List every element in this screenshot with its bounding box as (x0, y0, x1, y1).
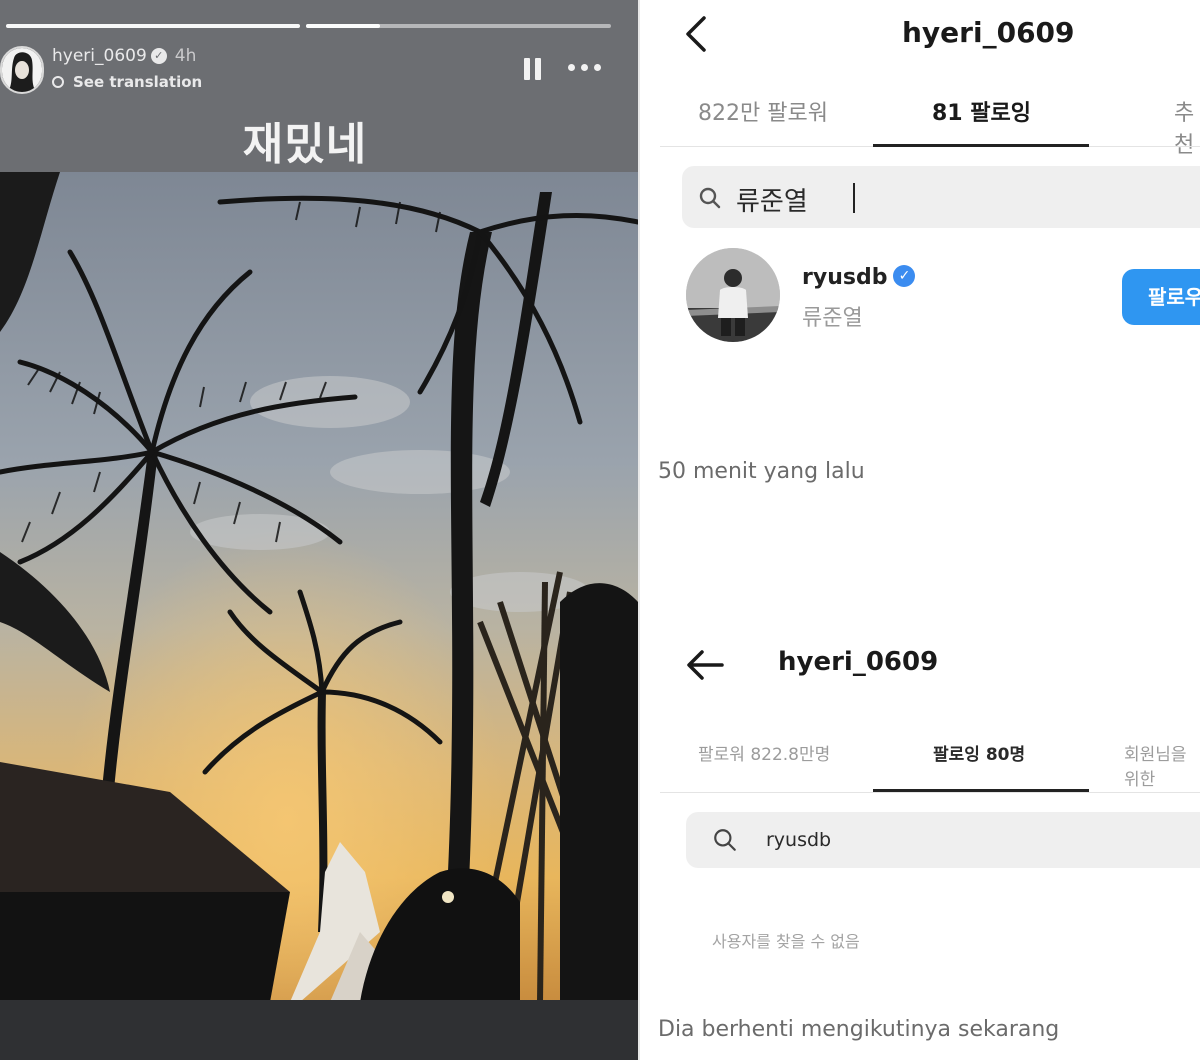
caption-time-ago: 50 menit yang lalu (658, 459, 865, 484)
avatar[interactable] (0, 46, 44, 94)
story-caption-text: 재밌네 (242, 119, 368, 170)
story-username[interactable]: hyeri_0609 ✓ 4h (52, 46, 196, 66)
page-title: hyeri_0609 (778, 647, 939, 677)
back-chevron-icon[interactable] (682, 14, 710, 54)
story-bottom-bar (0, 1000, 638, 1060)
following-screens: hyeri_0609 822만 팔로워 81 팔로잉 추천 류준열 ryusdb… (640, 0, 1200, 1060)
search-input[interactable]: 류준열 (682, 166, 1200, 228)
follow-button[interactable]: 팔로우 (1122, 269, 1200, 325)
result-username-text[interactable]: ryusdb (802, 265, 887, 290)
translate-icon (52, 75, 64, 88)
tab-following[interactable]: 팔로잉 80명 (933, 740, 1025, 765)
tabs-divider (660, 792, 1200, 793)
tab-followers[interactable]: 팔로워 822.8만명 (698, 740, 830, 765)
avatar[interactable] (686, 248, 780, 342)
story-timestamp: 4h (174, 46, 197, 66)
story-progress-bar-1 (6, 24, 300, 28)
search-field-value[interactable]: ryusdb (766, 829, 831, 851)
caption-unfollowed: Dia berhenti mengikutinya sekarang (658, 1017, 1060, 1042)
search-icon (714, 829, 736, 851)
text-cursor (853, 183, 855, 213)
result-username[interactable]: ryusdb ✓ (802, 265, 916, 290)
story-viewer[interactable]: hyeri_0609 ✓ 4h See translation 재밌네 (0, 0, 638, 1060)
search-field-value[interactable]: 류준열 (736, 181, 808, 218)
tab-suggested[interactable]: 추천 (1174, 95, 1200, 159)
result-fullname: 류준열 (802, 306, 863, 331)
active-tab-indicator (873, 789, 1089, 792)
more-icon[interactable] (568, 64, 602, 72)
search-input[interactable]: ryusdb (686, 812, 1200, 868)
see-translation-label[interactable]: See translation (73, 73, 202, 91)
see-translation-link[interactable]: See translation (52, 73, 202, 91)
search-icon (699, 187, 721, 209)
story-progress-bar-2 (306, 24, 611, 28)
active-tab-indicator (873, 144, 1089, 147)
back-arrow-icon[interactable] (684, 648, 726, 682)
pause-icon[interactable] (524, 58, 542, 80)
tab-followers[interactable]: 822만 팔로워 (698, 95, 828, 127)
empty-state-message: 사용자를 찾을 수 없음 (712, 932, 860, 951)
story-photo (0, 172, 638, 1002)
story-username-text[interactable]: hyeri_0609 (52, 46, 147, 66)
tab-suggested[interactable]: 회원님을 위한 (1124, 740, 1200, 790)
verified-icon: ✓ (893, 265, 916, 287)
page-title: hyeri_0609 (902, 16, 1075, 49)
tab-following[interactable]: 81 팔로잉 (932, 95, 1031, 127)
verified-icon: ✓ (150, 48, 167, 64)
